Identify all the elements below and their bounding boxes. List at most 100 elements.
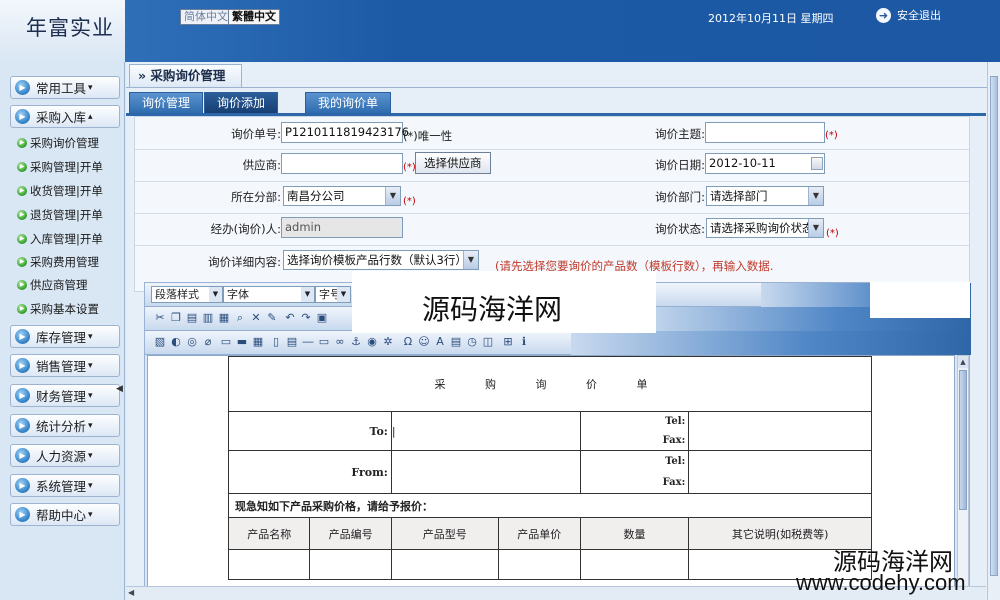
flash-icon[interactable]: ◐ bbox=[169, 335, 183, 349]
sidebar-item-returns[interactable]: ▶ 退货管理|开单 bbox=[17, 206, 103, 224]
nav-group-help[interactable]: ▶ 帮助中心 ▾ bbox=[10, 503, 120, 526]
nav-group-common-tools[interactable]: ▶ 常用工具 ▾ bbox=[10, 76, 120, 99]
clean-format-icon[interactable]: ✎ bbox=[265, 311, 279, 325]
anchor-icon[interactable]: ⚓ bbox=[349, 335, 363, 349]
arrow-bullet-icon: ▶ bbox=[15, 448, 30, 463]
copy-icon[interactable]: ❐ bbox=[169, 311, 183, 325]
special-char-icon[interactable]: Ω bbox=[401, 335, 415, 349]
nav-group-inventory[interactable]: ▶ 库存管理 ▾ bbox=[10, 325, 120, 348]
handler-field[interactable]: admin bbox=[281, 217, 403, 238]
redo-icon[interactable]: ↷ bbox=[299, 311, 313, 325]
art-text-icon[interactable]: A bbox=[433, 335, 447, 349]
chevron-down-icon: ▼ bbox=[385, 187, 400, 205]
sidebar-item-warehousing[interactable]: ▶ 入库管理|开单 bbox=[17, 230, 103, 248]
table-icon[interactable]: ▦ bbox=[251, 335, 265, 349]
time-icon[interactable]: ◫ bbox=[481, 335, 495, 349]
date-icon[interactable]: ◷ bbox=[465, 335, 479, 349]
form-field-icon[interactable]: ▬ bbox=[235, 335, 249, 349]
table-cell[interactable] bbox=[390, 549, 499, 580]
inquiry-date-field[interactable]: 2012-10-11 bbox=[705, 153, 825, 174]
table-cell[interactable] bbox=[579, 549, 690, 580]
font-size-select[interactable]: 字号 ▼ bbox=[315, 286, 351, 303]
nav-group-label: 帮助中心 bbox=[36, 508, 87, 523]
sidebar-item-purchase-costs[interactable]: ▶ 采购费用管理 bbox=[17, 253, 99, 271]
tab-add-inquiry[interactable]: 询价添加 bbox=[204, 92, 279, 113]
from-field[interactable] bbox=[390, 450, 581, 494]
logout-link[interactable]: ➜ 安全退出 bbox=[876, 7, 941, 23]
find-icon[interactable]: ⌕ bbox=[233, 311, 247, 325]
delete-icon[interactable]: ✕ bbox=[249, 311, 263, 325]
nav-group-statistics[interactable]: ▶ 统计分析 ▾ bbox=[10, 414, 120, 437]
paste-word-icon[interactable]: ▦ bbox=[217, 311, 231, 325]
nav-group-label: 统计分析 bbox=[36, 419, 87, 434]
supplier-field[interactable] bbox=[281, 153, 403, 174]
form-icon[interactable]: ▭ bbox=[219, 335, 233, 349]
frame-icon[interactable]: ▯ bbox=[269, 335, 283, 349]
nav-group-purchasing[interactable]: ▶ 采购入库 ▴ bbox=[10, 105, 120, 128]
cut-icon[interactable]: ✂ bbox=[153, 311, 167, 325]
branch-select[interactable]: 南昌分公司 ▼ bbox=[283, 186, 401, 206]
undo-icon[interactable]: ↶ bbox=[283, 311, 297, 325]
select-supplier-button[interactable]: 选择供应商 bbox=[415, 152, 491, 174]
marquee-icon[interactable]: ▭ bbox=[317, 335, 331, 349]
sidebar-item-purchase-settings[interactable]: ▶ 采购基本设置 bbox=[17, 300, 99, 318]
simplified-chinese-button[interactable]: 简体中文 bbox=[180, 9, 232, 25]
page-vertical-scrollbar[interactable] bbox=[987, 62, 1000, 600]
table-cell[interactable] bbox=[309, 549, 392, 580]
emoticon-icon[interactable]: ☺ bbox=[417, 335, 431, 349]
paste-text-icon[interactable]: ▥ bbox=[201, 311, 215, 325]
from-contact-field[interactable] bbox=[688, 450, 872, 494]
nav-group-system[interactable]: ▶ 系统管理 ▾ bbox=[10, 474, 120, 497]
font-select[interactable]: 字体 ▼ bbox=[223, 286, 315, 303]
editor-scrollbar[interactable]: ▲ ▼ bbox=[957, 355, 969, 599]
subject-field[interactable] bbox=[705, 122, 825, 143]
header-date: 2012年10月11日 星期四 bbox=[708, 12, 834, 25]
select-all-icon[interactable]: ▣ bbox=[315, 311, 329, 325]
branch-label: 所在分部: bbox=[231, 190, 281, 204]
column-header: 产品编号 bbox=[309, 517, 392, 550]
link-icon[interactable]: ∞ bbox=[333, 335, 347, 349]
table-cell[interactable] bbox=[497, 549, 581, 580]
nav-group-finance[interactable]: ▶ 财务管理 ▾ bbox=[10, 384, 120, 407]
status-select[interactable]: 请选择采购询价状态 ▼ bbox=[706, 218, 824, 238]
attachment-icon[interactable]: ⌀ bbox=[201, 335, 215, 349]
nav-group-sales[interactable]: ▶ 销售管理 ▾ bbox=[10, 354, 120, 377]
unlink-icon[interactable]: ✲ bbox=[381, 335, 395, 349]
table-cell[interactable] bbox=[227, 549, 311, 580]
horizontal-rule-icon[interactable]: ― bbox=[301, 335, 315, 349]
column-header: 产品单价 bbox=[497, 517, 581, 550]
layer-icon[interactable]: ▤ bbox=[285, 335, 299, 349]
excel-icon[interactable]: ▤ bbox=[449, 335, 463, 349]
info-icon[interactable]: ℹ bbox=[517, 335, 531, 349]
to-field[interactable]: | bbox=[390, 411, 581, 451]
nav-group-hr[interactable]: ▶ 人力资源 ▾ bbox=[10, 444, 120, 467]
sidebar-item-inquiry-management[interactable]: ▶ 采购询价管理 bbox=[17, 134, 99, 152]
scroll-thumb[interactable] bbox=[990, 76, 998, 576]
sidebar-item-receiving[interactable]: ▶ 收货管理|开单 bbox=[17, 182, 103, 200]
paragraph-style-select[interactable]: 段落样式 ▼ bbox=[151, 286, 223, 303]
fullscreen-icon[interactable]: ⊞ bbox=[501, 335, 515, 349]
handler-label: 经办(询价)人: bbox=[210, 222, 281, 236]
map-icon[interactable]: ◉ bbox=[365, 335, 379, 349]
image-icon[interactable]: ▧ bbox=[153, 335, 167, 349]
tab-inquiry-management[interactable]: 询价管理 bbox=[129, 92, 204, 113]
caret-down-icon: ▾ bbox=[88, 390, 93, 401]
department-select[interactable]: 请选择部门 ▼ bbox=[706, 186, 824, 206]
inquiry-number-field[interactable]: P1210111819423176 bbox=[281, 122, 409, 143]
from-label: From: bbox=[228, 450, 392, 494]
sheet-notice: 现急知如下产品采购价格，请给予报价： bbox=[228, 493, 872, 518]
paste-icon[interactable]: ▤ bbox=[185, 311, 199, 325]
sidebar-item-suppliers[interactable]: ▶ 供应商管理 bbox=[17, 276, 88, 294]
to-contact-field[interactable] bbox=[688, 411, 872, 451]
scroll-left-icon[interactable]: ◀ bbox=[128, 588, 134, 597]
media-icon[interactable]: ◎ bbox=[185, 335, 199, 349]
collapse-sidebar-icon[interactable]: ◀ bbox=[116, 384, 123, 394]
template-rows-select[interactable]: 选择询价模板产品行数（默认3行） ▼ bbox=[283, 250, 479, 270]
calendar-icon[interactable] bbox=[811, 157, 823, 170]
scroll-up-icon[interactable]: ▲ bbox=[958, 356, 968, 368]
tab-my-inquiries[interactable]: 我的询价单 bbox=[305, 92, 392, 113]
chevron-down-icon: ▼ bbox=[209, 287, 222, 302]
scroll-thumb[interactable] bbox=[959, 370, 967, 510]
sidebar-item-purchase-orders[interactable]: ▶ 采购管理|开单 bbox=[17, 158, 103, 176]
traditional-chinese-button[interactable]: 繁體中文 bbox=[228, 9, 280, 25]
